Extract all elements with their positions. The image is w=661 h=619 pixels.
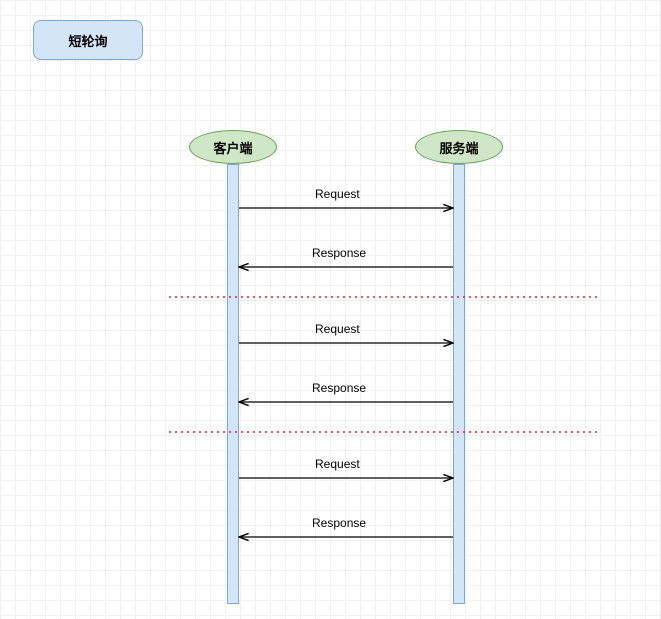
message-label-request-3: Request xyxy=(315,457,360,471)
diagram-title: 短轮询 xyxy=(33,20,143,60)
actor-client: 客户端 xyxy=(189,130,277,164)
message-label-response-2: Response xyxy=(312,381,366,395)
actor-server: 服务端 xyxy=(415,130,503,164)
message-label-request-1: Request xyxy=(315,187,360,201)
message-label-request-2: Request xyxy=(315,322,360,336)
message-label-response-3: Response xyxy=(312,516,366,530)
lifeline-client xyxy=(227,164,239,604)
message-label-response-1: Response xyxy=(312,246,366,260)
lifeline-server xyxy=(453,164,465,604)
